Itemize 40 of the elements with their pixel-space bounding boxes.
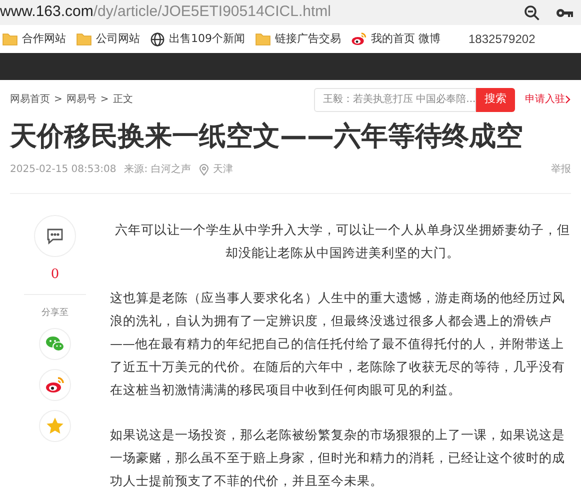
- article-paragraph: 这也算是老陈（应当事人要求化名）人生中的重大遗憾，游走商场的他经历过风浪的洗礼，自认为拥有了一定辨识度，但最终没逃过很多人都会遇上的滑铁卢——他在最有精力的年纪把自己的信任托付给了最不值得托付的人，并附带送上了近五十万美元的代价。在随后的六年中，老陈除了收获无尽的等待，几乎没有在这桩当初激情满满的移民项目中收到任何肉眼可见的利益。: [110, 289, 566, 399]
- key-icon[interactable]: [556, 6, 573, 18]
- share-label: 分享至: [42, 306, 68, 320]
- bookmark-label[interactable]: 1832579202: [468, 30, 536, 48]
- article-paragraph: 如果说这是一场投资，那么老陈被纷繁复杂的市场狠狠的上了一课，如果说这是一场豪赌，那么虽不至于赔上身家，但时光和精力的消耗，已经让这个彼时的成功人士提前预支了不菲的代价，并且至今未果。: [110, 426, 566, 490]
- location-pin-icon: [198, 164, 209, 176]
- breadcrumb-link[interactable]: 网易首页: [10, 92, 50, 107]
- comment-button[interactable]: [34, 215, 76, 257]
- folder-icon: [76, 32, 92, 46]
- wechat-icon: [45, 335, 65, 353]
- breadcrumb-separator: >: [100, 93, 109, 107]
- breadcrumb-link[interactable]: 正文: [112, 92, 133, 107]
- weibo-icon: [351, 31, 367, 47]
- article-title: 天价移民换来一纸空文——六年等待终成空: [8, 120, 524, 154]
- bookmark-item[interactable]: 公司网站: [74, 30, 148, 48]
- folder-icon: [255, 32, 271, 46]
- globe-icon: [150, 32, 165, 46]
- bookmark-item[interactable]: 链接广告交易: [253, 30, 349, 48]
- chevron-right-icon: [565, 95, 571, 104]
- bookmark-item[interactable]: 合作网站: [0, 30, 74, 48]
- article-paragraph: 六年可以让一个学生从中学升入大学，可以让一个人从单身汉坐拥娇妻幼子，但却没能让老陈从中国跨进美利坚的大门。: [114, 221, 571, 262]
- search-button[interactable]: 搜索: [476, 88, 515, 112]
- bookmark-item[interactable]: 出售109个新闻: [148, 30, 253, 48]
- location-text: 天津: [212, 162, 233, 177]
- breadcrumb-separator: >: [54, 93, 62, 107]
- comment-count: 0: [50, 266, 60, 284]
- search-field[interactable]: 王毅：若美执意打压 中国必奉陪...: [314, 88, 476, 112]
- url-field[interactable]: www.163.com/dy/article/JOE5ETI90514CICL.html: [0, 1, 331, 24]
- breadcrumb-link[interactable]: 网易号: [66, 92, 96, 107]
- bookmark-item[interactable]: 我的首页 微博: [349, 30, 448, 48]
- folder-icon: [2, 32, 18, 46]
- comment-icon: [46, 228, 64, 244]
- article-source: 来源: 白河之声: [124, 162, 191, 177]
- star-icon: [45, 416, 65, 436]
- publish-date: 2025-02-15 08:53:08: [10, 163, 116, 177]
- share-button[interactable]: [39, 369, 71, 401]
- zoom-out-icon[interactable]: [524, 4, 540, 20]
- share-button[interactable]: [39, 328, 71, 360]
- weibo-icon: [45, 375, 65, 395]
- join-link[interactable]: 申请入驻: [525, 92, 571, 107]
